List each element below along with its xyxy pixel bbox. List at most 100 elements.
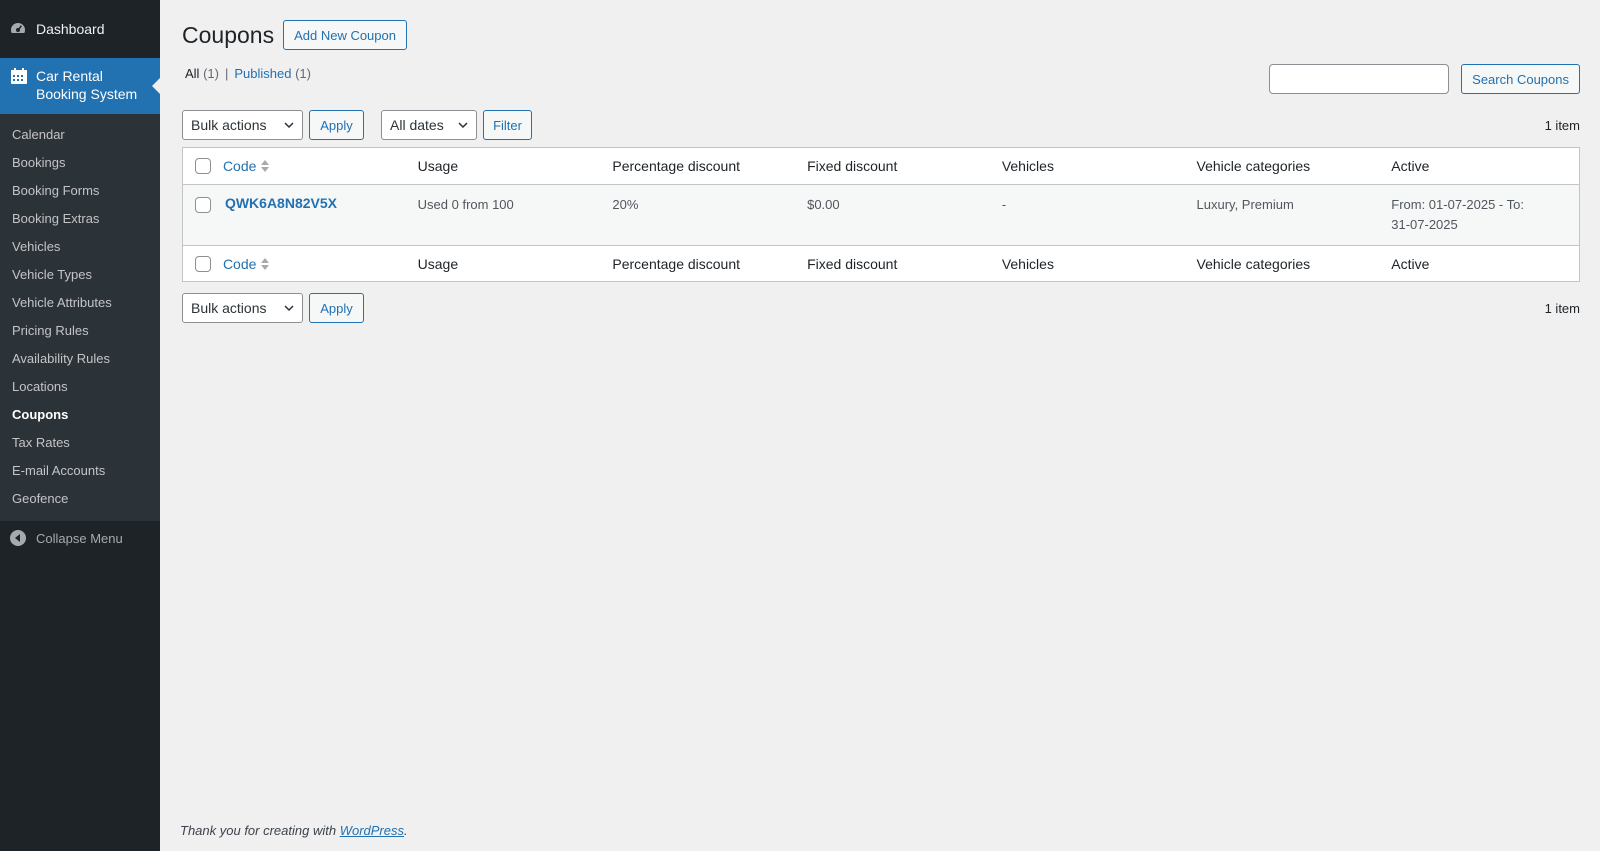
header-vehicles: Vehicles — [1001, 158, 1054, 174]
items-count-top: 1 item — [1544, 117, 1580, 133]
coupon-code-link[interactable]: QWK6A8N82V5X — [225, 195, 337, 211]
filter-published-link[interactable]: Published (1) — [234, 66, 311, 81]
collapse-menu-label: Collapse Menu — [36, 530, 123, 546]
sort-code-link[interactable]: Code — [223, 158, 270, 174]
admin-sidebar: Dashboard Car Rental Booking System Cale… — [0, 0, 160, 851]
sidebar-item-vehicles[interactable]: Vehicles — [0, 233, 160, 261]
footer-suffix: . — [404, 823, 408, 838]
apply-button-bottom[interactable]: Apply — [309, 293, 364, 323]
items-count-bottom: 1 item — [1544, 300, 1580, 316]
sort-arrows-icon — [261, 257, 270, 270]
row-categories: Luxury, Premium — [1196, 197, 1294, 212]
sidebar-item-coupons[interactable]: Coupons — [0, 401, 160, 429]
sidebar-item-bookings[interactable]: Bookings — [0, 149, 160, 177]
header-active: Active — [1391, 158, 1430, 174]
sidebar-item-vehicle-types[interactable]: Vehicle Types — [0, 261, 160, 289]
collapse-menu-button[interactable]: Collapse Menu — [0, 521, 160, 555]
sidebar-item-tax-rates[interactable]: Tax Rates — [0, 429, 160, 457]
footer-vehicles: Vehicles — [1001, 255, 1054, 272]
footer-percentage-discount: Percentage discount — [612, 255, 741, 272]
table-row: QWK6A8N82V5X Used 0 from 100 20% $0.00 -… — [183, 185, 1579, 245]
menu-car-rental-label: Car Rental Booking System — [36, 67, 137, 103]
filter-button[interactable]: Filter — [483, 110, 532, 140]
sidebar-item-booking-extras[interactable]: Booking Extras — [0, 205, 160, 233]
page-title: Coupons — [182, 21, 275, 48]
sort-arrows-icon — [261, 160, 270, 172]
select-all-checkbox-bottom[interactable] — [194, 255, 211, 272]
chevron-down-icon — [458, 122, 468, 129]
chevron-down-icon — [284, 305, 294, 312]
search-input[interactable] — [1269, 64, 1450, 94]
menu-dashboard[interactable]: Dashboard — [0, 0, 160, 58]
footer-fixed-discount: Fixed discount — [807, 255, 898, 272]
row-code-cell: QWK6A8N82V5X — [223, 195, 418, 211]
row-active-line1: From: 01-07-2025 - To: — [1391, 197, 1524, 212]
filter-published-label: Published — [234, 66, 292, 81]
header-vehicle-categories: Vehicle categories — [1196, 158, 1311, 174]
tablenav-top: Bulk actions Apply All dates Filter 1 it… — [182, 110, 1580, 140]
header-fixed-discount: Fixed discount — [807, 158, 898, 174]
sidebar-item-vehicle-attributes[interactable]: Vehicle Attributes — [0, 289, 160, 317]
bulk-actions-select-top[interactable]: Bulk actions — [182, 110, 303, 140]
footer-check-cell — [183, 255, 223, 272]
menu-label-line1: Car Rental — [36, 68, 103, 84]
footer-usage: Usage — [417, 255, 459, 272]
bulk-actions-select-bottom[interactable]: Bulk actions — [182, 293, 303, 323]
menu-label-line2: Booking System — [36, 86, 138, 102]
row-active: From: 01-07-2025 - To: 31-07-2025 — [1391, 195, 1579, 235]
row-check-cell — [183, 195, 223, 213]
sidebar-item-locations[interactable]: Locations — [0, 373, 160, 401]
dates-select[interactable]: All dates — [381, 110, 477, 140]
footer-thanks-text: Thank you for creating with — [180, 823, 337, 838]
sidebar-item-email-accounts[interactable]: E-mail Accounts — [0, 457, 160, 485]
row-usage: Used 0 from 100 — [417, 197, 514, 212]
sort-code-link-bottom[interactable]: Code — [223, 256, 270, 272]
sidebar-item-availability-rules[interactable]: Availability Rules — [0, 345, 160, 373]
wordpress-link[interactable]: WordPress — [340, 823, 404, 838]
tablenav-bottom: Bulk actions Apply 1 item — [182, 293, 1580, 323]
sidebar-item-booking-forms[interactable]: Booking Forms — [0, 177, 160, 205]
admin-footer: Thank you for creating with WordPress. — [180, 823, 408, 838]
header-check-cell — [183, 158, 223, 174]
bulk-actions-value-bottom: Bulk actions — [191, 300, 267, 316]
sidebar-item-calendar[interactable]: Calendar — [0, 121, 160, 149]
table-header-row: Code Usage Percentage discount Fixed dis… — [183, 148, 1579, 185]
filter-all-count: (1) — [203, 66, 219, 81]
filter-published-count: (1) — [295, 66, 311, 81]
status-filter-links: All (1) | Published (1) — [185, 66, 311, 81]
calendar-icon — [10, 67, 28, 85]
menu-dashboard-label: Dashboard — [36, 21, 105, 37]
row-percentage: 20% — [612, 197, 639, 212]
footer-code-label: Code — [222, 255, 257, 272]
add-new-coupon-button[interactable]: Add New Coupon — [283, 20, 407, 50]
coupons-table: Code Usage Percentage discount Fixed dis… — [182, 147, 1580, 282]
row-checkbox[interactable] — [194, 197, 211, 213]
header-code-cell: Code — [223, 158, 418, 174]
sidebar-item-pricing-rules[interactable]: Pricing Rules — [0, 317, 160, 345]
row-fixed: $0.00 — [807, 197, 840, 212]
filter-separator: | — [224, 66, 229, 81]
footer-code-cell: Code — [223, 256, 418, 272]
bulk-actions-value: Bulk actions — [191, 117, 267, 133]
row-active-line2: 31-07-2025 — [1391, 217, 1458, 232]
apply-button-top[interactable]: Apply — [309, 110, 364, 140]
header-code-label: Code — [222, 158, 257, 174]
table-footer-row: Code Usage Percentage discount Fixed dis… — [183, 245, 1579, 281]
select-all-checkbox[interactable] — [194, 158, 211, 174]
title-row: Coupons Add New Coupon — [182, 20, 407, 50]
chevron-down-icon — [284, 122, 294, 129]
footer-vehicle-categories: Vehicle categories — [1196, 255, 1311, 272]
filter-all-link[interactable]: All (1) — [185, 66, 219, 81]
filter-all-label: All — [185, 66, 200, 81]
footer-active: Active — [1391, 255, 1430, 272]
row-vehicles: - — [1001, 197, 1007, 212]
dates-select-value: All dates — [390, 117, 444, 133]
menu-car-rental[interactable]: Car Rental Booking System — [0, 58, 160, 114]
sidebar-item-geofence[interactable]: Geofence — [0, 485, 160, 513]
submenu: Calendar Bookings Booking Forms Booking … — [0, 114, 160, 521]
header-percentage-discount: Percentage discount — [612, 158, 741, 174]
dashboard-icon — [10, 21, 26, 37]
collapse-arrow-icon — [10, 530, 26, 546]
search-box: Search Coupons — [1269, 64, 1580, 94]
search-coupons-button[interactable]: Search Coupons — [1461, 64, 1580, 94]
